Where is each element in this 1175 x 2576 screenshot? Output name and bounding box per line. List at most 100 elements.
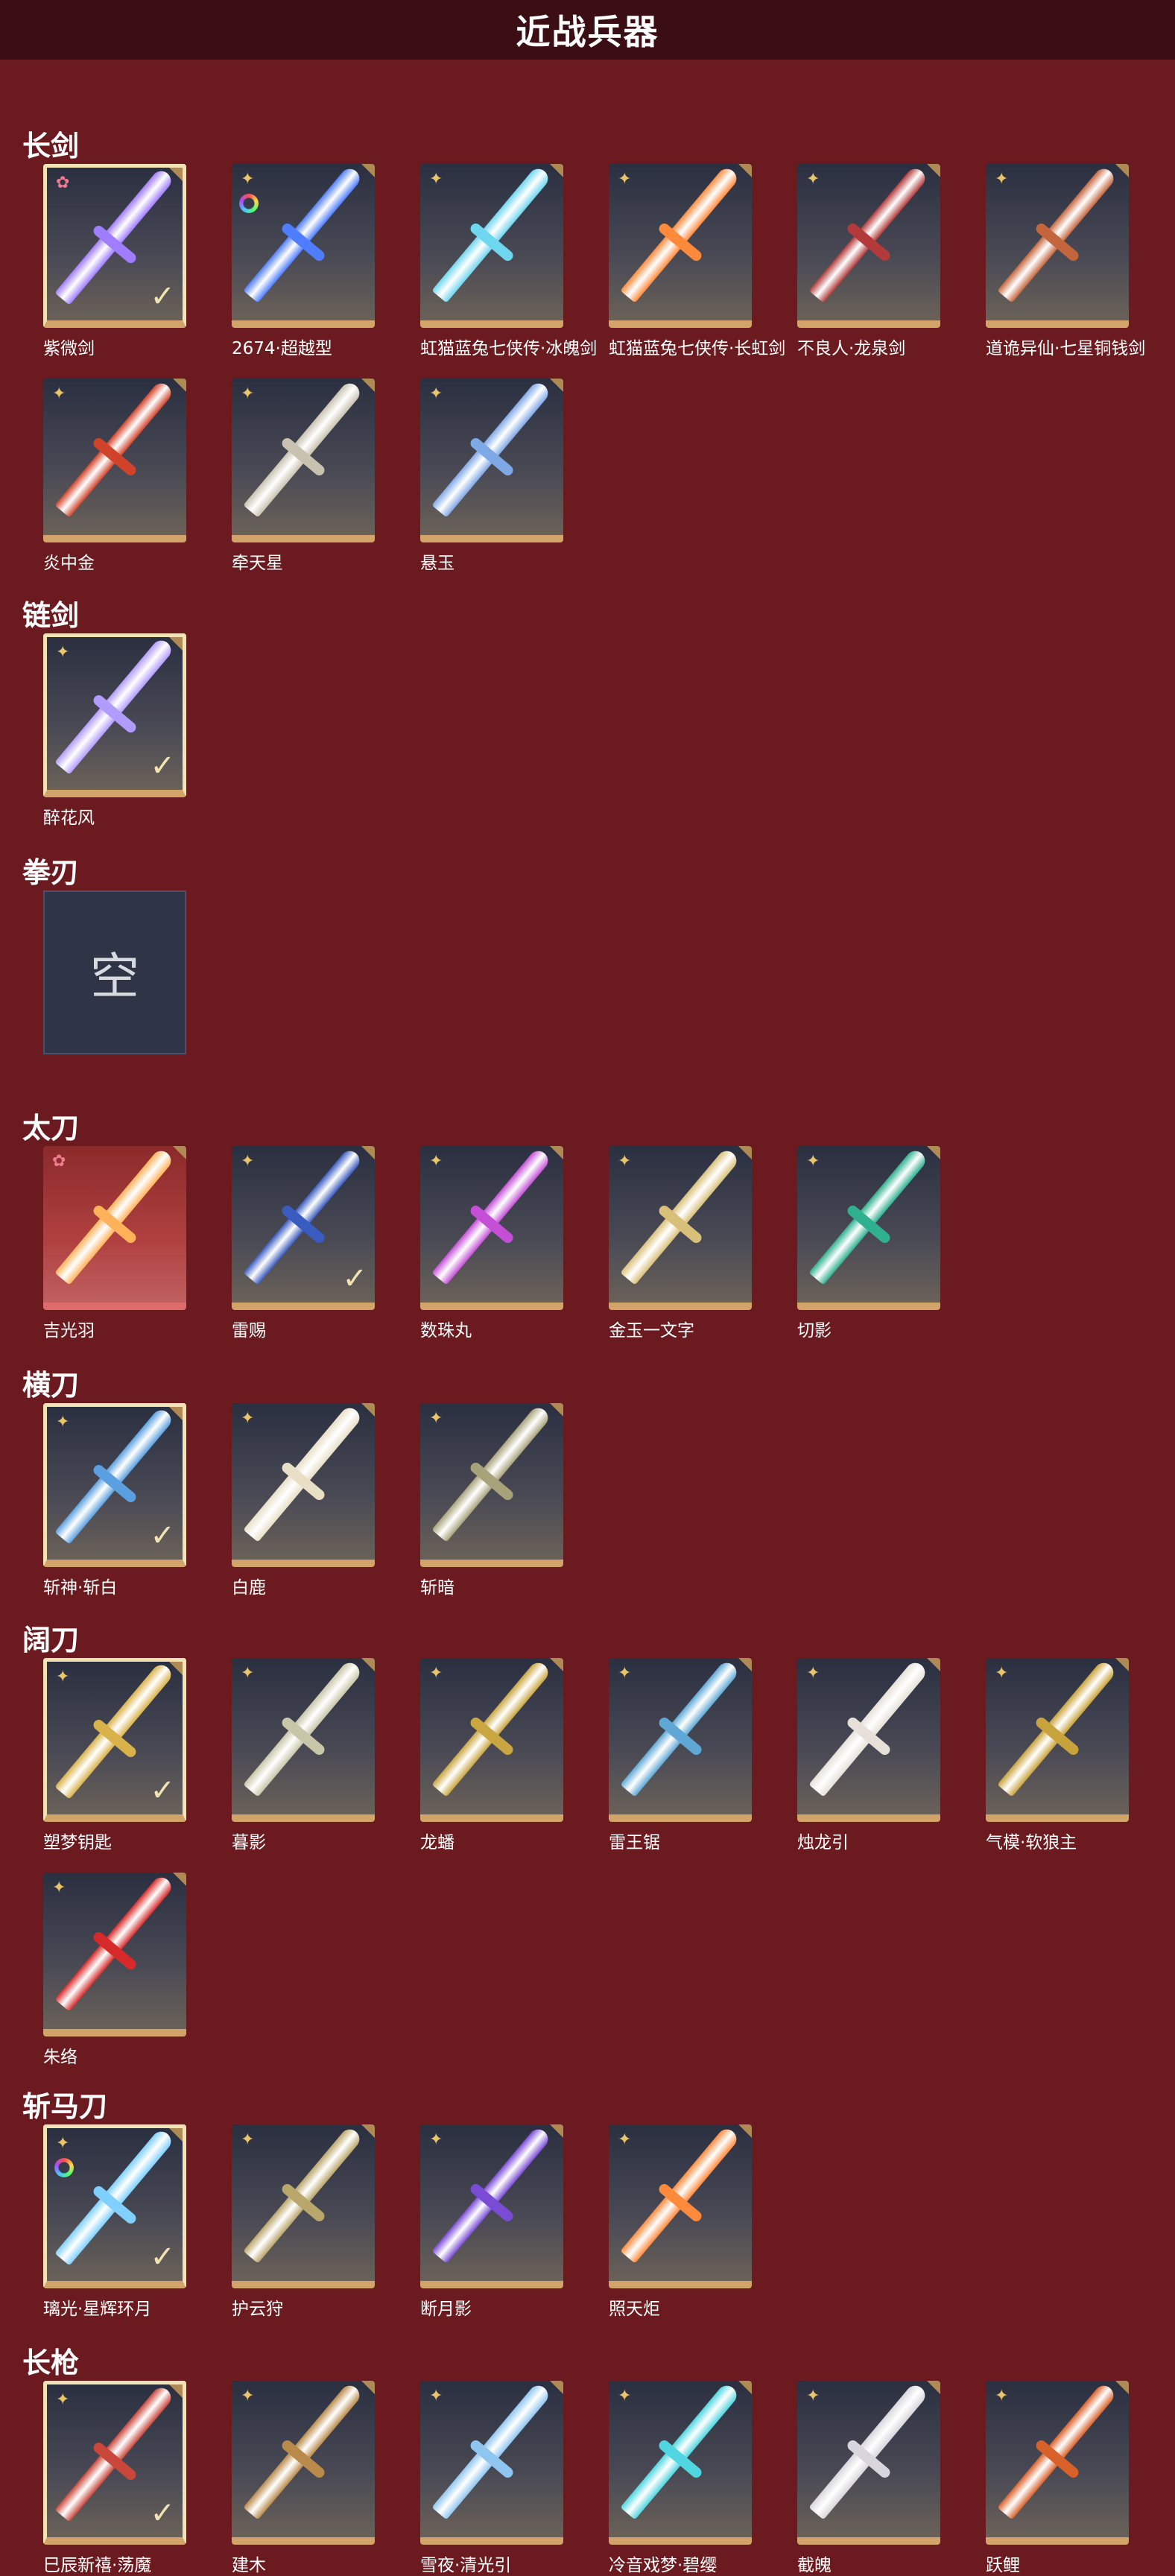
weapon-card[interactable]: ✦ ✓ 塑梦钥匙 bbox=[43, 1658, 186, 1852]
weapon-card[interactable]: ✦ 冷音戏梦·碧缨 bbox=[609, 2381, 752, 2575]
weapon-thumbnail: ✦ bbox=[797, 164, 940, 328]
weapon-card[interactable]: ✦ 数珠丸 bbox=[420, 1146, 563, 1341]
weapon-card[interactable]: ✦ 牵天星 bbox=[232, 379, 375, 573]
weapon-art bbox=[431, 379, 552, 518]
weapon-thumbnail: ✦ bbox=[609, 2381, 752, 2545]
weapon-name: 护云狩 bbox=[232, 2300, 283, 2319]
corner-tab-icon bbox=[361, 2124, 375, 2138]
weapon-name: 切影 bbox=[797, 1321, 832, 1341]
rarity-flower-icon: ✿ bbox=[52, 1152, 66, 1171]
weapon-card[interactable]: ✦ 照天炬 bbox=[609, 2124, 752, 2319]
weapon-name: 烛龙引 bbox=[797, 1833, 849, 1852]
weapon-card[interactable]: ✦ 雪夜·清光引 bbox=[420, 2381, 563, 2575]
weapon-card[interactable]: ✦ 悬玉 bbox=[420, 379, 563, 573]
weapon-card[interactable]: ✿ ✓ 紫微剑 bbox=[43, 164, 186, 358]
weapon-name: 不良人·龙泉剑 bbox=[797, 339, 906, 358]
equipped-check-icon: ✓ bbox=[150, 279, 175, 314]
rarity-star-icon: ✦ bbox=[241, 1409, 255, 1428]
rarity-star-icon: ✦ bbox=[995, 2387, 1009, 2405]
weapon-thumbnail: ✦ bbox=[43, 1873, 186, 2037]
weapon-name: 雪夜·清光引 bbox=[420, 2556, 512, 2575]
corner-tab-icon bbox=[738, 164, 752, 177]
weapon-thumbnail: ✦ ✓ bbox=[43, 1403, 186, 1567]
weapon-card[interactable]: ✦ 白鹿 bbox=[232, 1403, 375, 1598]
weapon-name: 暮影 bbox=[232, 1833, 266, 1852]
weapon-card[interactable]: ✦ 跃鲤 bbox=[986, 2381, 1129, 2575]
rainbow-ring-icon bbox=[239, 194, 259, 213]
empty-label: 空 bbox=[90, 948, 139, 1005]
weapon-art bbox=[997, 1659, 1118, 1797]
rarity-star-icon: ✦ bbox=[52, 1879, 66, 1897]
weapon-name: 吉光羽 bbox=[43, 1321, 95, 1341]
weapon-art bbox=[431, 1659, 552, 1797]
corner-tab-icon bbox=[927, 2381, 940, 2394]
equipped-check-icon: ✓ bbox=[150, 749, 175, 783]
rarity-star-icon: ✦ bbox=[56, 1413, 70, 1431]
corner-tab-icon bbox=[1115, 1658, 1129, 1671]
weapon-card[interactable]: ✦ 气模·软狼主 bbox=[986, 1658, 1129, 1852]
rarity-star-icon: ✦ bbox=[618, 2387, 632, 2405]
weapon-card[interactable]: ✦ ✓ 雷赐 bbox=[232, 1146, 375, 1341]
weapon-thumbnail: ✦ bbox=[986, 2381, 1129, 2545]
weapon-card[interactable]: ✦ 虹猫蓝兔七侠传·冰魄剑 bbox=[420, 164, 597, 358]
rarity-star-icon: ✦ bbox=[429, 2387, 443, 2405]
weapon-card[interactable]: ✦ 雷王锯 bbox=[609, 1658, 752, 1852]
weapon-thumbnail: ✦ bbox=[232, 379, 375, 542]
corner-tab-icon bbox=[550, 1658, 563, 1671]
weapon-name: 朱络 bbox=[43, 2048, 77, 2067]
weapon-card[interactable]: ✦ 烛龙引 bbox=[797, 1658, 940, 1852]
weapon-thumbnail: ✦ bbox=[420, 1403, 563, 1567]
weapon-card[interactable]: ✦ 暮影 bbox=[232, 1658, 375, 1852]
weapon-thumbnail: ✦ bbox=[420, 379, 563, 542]
corner-tab-icon bbox=[169, 637, 183, 651]
empty-slot[interactable]: 空 bbox=[43, 890, 186, 1054]
corner-tab-icon bbox=[550, 1403, 563, 1417]
weapon-card[interactable]: ✦ 龙蟠 bbox=[420, 1658, 563, 1852]
rarity-star-icon: ✦ bbox=[241, 384, 255, 403]
weapon-name: 断月影 bbox=[420, 2300, 472, 2319]
weapon-thumbnail: ✦ ✓ bbox=[43, 2381, 186, 2545]
weapon-thumbnail: ✦ bbox=[420, 2124, 563, 2288]
weapon-card[interactable]: ✦ 切影 bbox=[797, 1146, 940, 1341]
weapon-thumbnail: ✦ bbox=[420, 2381, 563, 2545]
weapon-card[interactable]: ✦ 护云狩 bbox=[232, 2124, 375, 2319]
weapon-card[interactable]: ✦ ✓ 巳辰新禧·荡魔 bbox=[43, 2381, 186, 2575]
weapon-card[interactable]: ✦ 不良人·龙泉剑 bbox=[797, 164, 940, 358]
rarity-star-icon: ✦ bbox=[806, 170, 820, 189]
weapon-card[interactable]: ✦ 建木 bbox=[232, 2381, 375, 2575]
weapon-card[interactable]: ✦ ✓ 醉花风 bbox=[43, 633, 186, 828]
weapon-thumbnail: ✦ ✓ bbox=[43, 1658, 186, 1822]
corner-tab-icon bbox=[550, 379, 563, 392]
equipped-check-icon: ✓ bbox=[150, 1773, 175, 1808]
category-title: 横刀 bbox=[22, 1369, 80, 1402]
corner-tab-icon bbox=[738, 2124, 752, 2138]
weapon-name: 冷音戏梦·碧缨 bbox=[609, 2556, 718, 2575]
weapon-card[interactable]: ✦ 2674·超越型 bbox=[232, 164, 375, 358]
corner-tab-icon bbox=[169, 168, 183, 181]
weapon-card[interactable]: ✦ 虹猫蓝兔七侠传·长虹剑 bbox=[609, 164, 785, 358]
rarity-star-icon: ✦ bbox=[618, 170, 632, 189]
weapon-card[interactable]: ✦ 朱络 bbox=[43, 1873, 186, 2067]
weapon-name: 虹猫蓝兔七侠传·长虹剑 bbox=[609, 339, 786, 358]
weapon-card[interactable]: ✦ ✓ 璃光·星辉环月 bbox=[43, 2124, 186, 2319]
weapon-card[interactable]: ✦ 炎中金 bbox=[43, 379, 186, 573]
weapon-art bbox=[620, 1659, 741, 1797]
weapon-name: 跃鲤 bbox=[986, 2556, 1020, 2575]
weapon-card[interactable]: ✿ 吉光羽 bbox=[43, 1146, 186, 1341]
weapon-name: 2674·超越型 bbox=[232, 339, 332, 358]
weapon-card[interactable]: ✦ 道诡异仙·七星铜钱剑 bbox=[986, 164, 1145, 358]
weapon-thumbnail: ✦ bbox=[986, 1658, 1129, 1822]
corner-tab-icon bbox=[738, 1658, 752, 1671]
weapon-card[interactable]: ✦ 断月影 bbox=[420, 2124, 563, 2319]
weapon-name: 悬玉 bbox=[420, 554, 455, 573]
weapon-card[interactable]: ✦ 截魄 bbox=[797, 2381, 940, 2575]
category-title: 阔刀 bbox=[22, 1624, 80, 1656]
category-title: 长剑 bbox=[22, 130, 80, 162]
rarity-star-icon: ✦ bbox=[241, 170, 255, 189]
weapon-card[interactable]: ✦ 斩暗 bbox=[420, 1403, 563, 1598]
weapon-card[interactable]: ✦ 金玉一文字 bbox=[609, 1146, 752, 1341]
weapon-card[interactable]: ✦ ✓ 斩神·斩白 bbox=[43, 1403, 186, 1598]
weapon-thumbnail: ✦ bbox=[232, 2381, 375, 2545]
weapon-name: 巳辰新禧·荡魔 bbox=[43, 2556, 152, 2575]
weapon-thumbnail: ✦ bbox=[609, 2124, 752, 2288]
